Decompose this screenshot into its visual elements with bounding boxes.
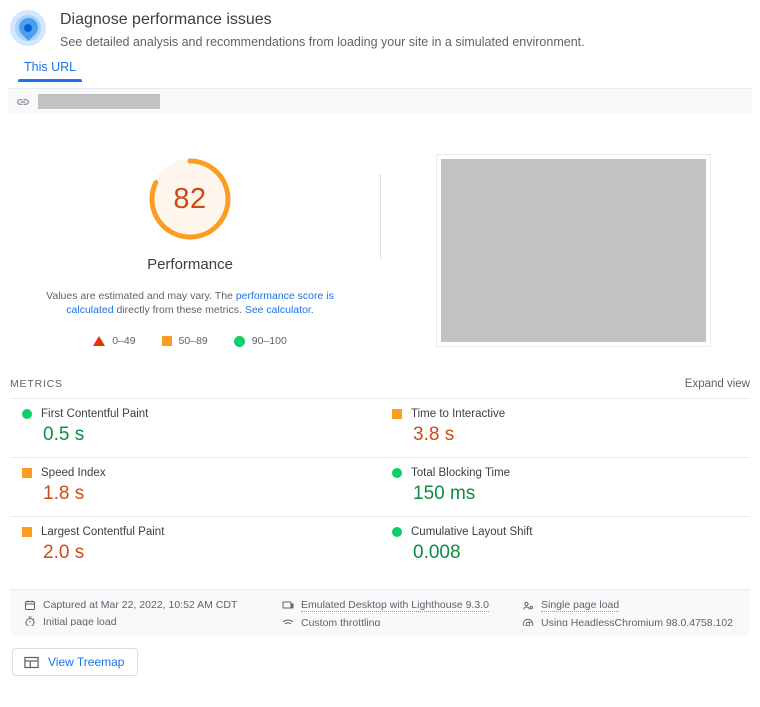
url-value-redacted [38, 94, 160, 109]
metric-value: 3.8 s [413, 424, 455, 445]
chromium-icon [522, 618, 534, 626]
stopwatch-icon [24, 616, 36, 626]
legend-item-good: 90–100 [233, 335, 287, 347]
legend-label-poor: 0–49 [112, 335, 136, 347]
metrics-grid: First Contentful Paint 0.5 s Time to Int… [0, 398, 760, 575]
report-header: Diagnose performance issues See detailed… [0, 0, 760, 56]
calendar-icon [24, 599, 36, 611]
circle-green-icon [233, 335, 245, 347]
metadata-captured-at: Captured at Mar 22, 2022, 10:52 AM CDT [24, 599, 282, 611]
disclaimer-text-1: Values are estimated and may vary. The [46, 290, 236, 302]
metadata-user-agent-text[interactable]: Using HeadlessChromium 98.0.4758.102 wit… [541, 617, 736, 626]
metadata-emulation[interactable]: Emulated Desktop with Lighthouse 9.3.0 [282, 599, 522, 612]
triangle-red-icon [93, 336, 106, 346]
link-icon [16, 95, 30, 109]
metadata-column-1: Captured at Mar 22, 2022, 10:52 AM CDT I… [24, 599, 282, 626]
score-disclaimer: Values are estimated and may vary. The p… [25, 289, 355, 317]
metric-name: Cumulative Layout Shift [411, 526, 533, 538]
metadata-column-3: Single page load Using HeadlessChromium … [522, 599, 736, 626]
page-screenshot-thumbnail [440, 159, 706, 342]
metric-value: 2.0 s [43, 542, 85, 563]
metrics-header: METRICS Expand view [0, 378, 760, 390]
metric-value: 1.8 s [43, 483, 85, 504]
metadata-load-type[interactable]: Single page load [522, 599, 736, 612]
metadata-throttling-text[interactable]: Custom throttling [301, 617, 380, 626]
metric-total-blocking-time[interactable]: Total Blocking Time 150 ms [380, 457, 750, 516]
metric-name: Speed Index [41, 467, 106, 479]
see-calculator-link[interactable]: See calculator [245, 304, 311, 316]
vertical-divider [380, 174, 381, 259]
desktop-icon [282, 600, 294, 612]
run-metadata-bar: Captured at Mar 22, 2022, 10:52 AM CDT I… [10, 589, 750, 636]
metric-name: Total Blocking Time [411, 467, 511, 479]
view-treemap-button[interactable]: View Treemap [12, 648, 139, 676]
legend-item-average: 50–89 [161, 335, 208, 347]
treemap-icon [24, 656, 39, 669]
performance-score-gauge: 82 [145, 154, 235, 244]
screenshot-frame [435, 154, 711, 347]
metric-name: Time to Interactive [411, 408, 506, 420]
metric-largest-contentful-paint[interactable]: Largest Contentful Paint 2.0 s [10, 516, 380, 575]
score-column: 82 Performance Values are estimated and … [0, 154, 380, 374]
metadata-throttling[interactable]: Custom throttling [282, 617, 522, 626]
tab-this-url[interactable]: This URL [18, 56, 83, 82]
metrics-title: METRICS [10, 378, 63, 390]
square-orange-icon [392, 409, 402, 419]
disclaimer-text-3: . [310, 304, 314, 316]
legend-label-good: 90–100 [251, 335, 287, 347]
square-orange-icon [22, 527, 32, 537]
metric-time-to-interactive[interactable]: Time to Interactive 3.8 s [380, 398, 750, 457]
circle-green-icon [22, 409, 32, 419]
single-user-icon [522, 600, 534, 612]
legend-label-average: 50–89 [178, 335, 208, 347]
metric-name: First Contentful Paint [41, 408, 149, 420]
metric-first-contentful-paint[interactable]: First Contentful Paint 0.5 s [10, 398, 380, 457]
metadata-page-load: Initial page load [24, 616, 282, 626]
metric-name: Largest Contentful Paint [41, 526, 165, 538]
metric-speed-index[interactable]: Speed Index 1.8 s [10, 457, 380, 516]
score-value: 82 [173, 182, 207, 215]
metadata-load-type-text[interactable]: Single page load [541, 599, 620, 612]
treemap-button-wrap: View Treemap [0, 636, 760, 676]
legend-item-poor: 0–49 [93, 335, 136, 347]
score-legend: 0–49 50–89 90–100 [93, 335, 287, 347]
header-text-block: Diagnose performance issues See detailed… [46, 8, 585, 51]
score-category-label: Performance [147, 256, 233, 273]
square-orange-icon [161, 336, 172, 346]
summary-section: 82 Performance Values are estimated and … [0, 114, 760, 374]
metric-cumulative-layout-shift[interactable]: Cumulative Layout Shift 0.008 [380, 516, 750, 575]
square-orange-icon [22, 468, 32, 478]
metadata-emulation-text[interactable]: Emulated Desktop with Lighthouse 9.3.0 [301, 599, 489, 612]
circle-green-icon [392, 527, 402, 537]
network-icon [282, 618, 294, 626]
tab-bar: This URL [0, 56, 760, 88]
lighthouse-icon [10, 10, 46, 46]
metric-value: 150 ms [413, 483, 476, 504]
circle-green-icon [392, 468, 402, 478]
metadata-column-2: Emulated Desktop with Lighthouse 9.3.0 C… [282, 599, 522, 626]
page-title: Diagnose performance issues [60, 11, 272, 28]
metadata-captured-at-text: Captured at Mar 22, 2022, 10:52 AM CDT [43, 599, 238, 611]
url-bar[interactable] [8, 88, 752, 114]
metric-value: 0.5 s [43, 424, 85, 445]
metric-value: 0.008 [413, 542, 461, 563]
page-subtitle: See detailed analysis and recommendation… [60, 35, 585, 49]
view-treemap-label: View Treemap [48, 655, 125, 669]
disclaimer-text-2: directly from these metrics. [113, 304, 245, 316]
expand-view-button[interactable]: Expand view [685, 378, 750, 390]
screenshot-column [380, 154, 760, 374]
metadata-page-load-text: Initial page load [43, 616, 117, 626]
metadata-user-agent[interactable]: Using HeadlessChromium 98.0.4758.102 wit… [522, 617, 736, 626]
